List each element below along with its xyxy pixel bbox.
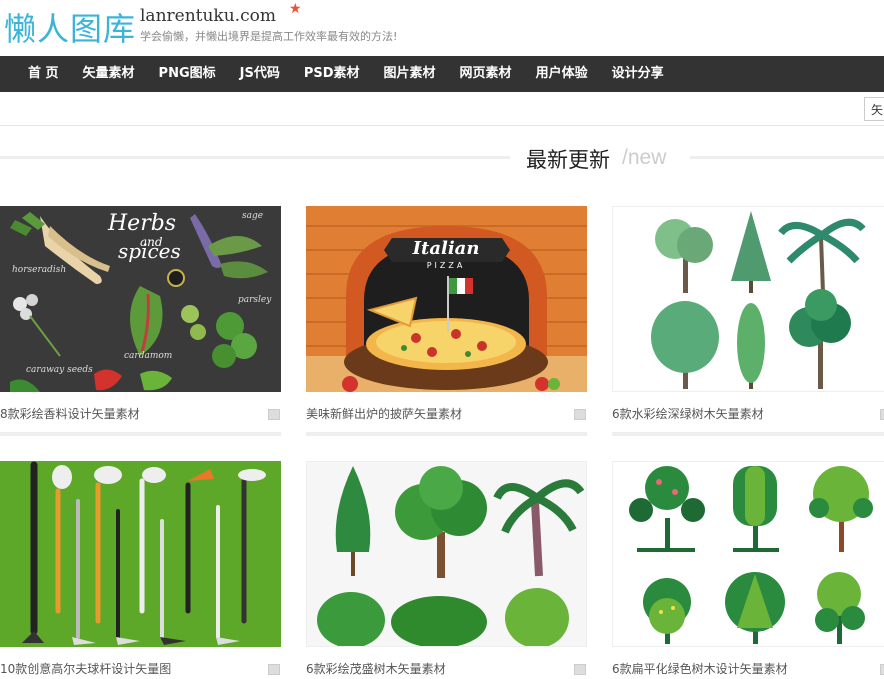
thumb-text: Herbs [107, 211, 176, 236]
card-caption[interactable]: 美味新鲜出炉的披萨矢量素材 [306, 405, 462, 422]
card-caption[interactable]: 6款扁平化绿色树木设计矢量素材 [612, 660, 788, 677]
image-icon [268, 664, 280, 675]
thumb-text: sage [242, 211, 263, 221]
site-domain[interactable]: lanrentuku.com [140, 6, 276, 26]
image-icon [574, 409, 586, 420]
card-caption[interactable]: 10款创意高尔夫球杆设计矢量图 [0, 660, 171, 677]
image-icon [574, 664, 586, 675]
image-icon [880, 664, 884, 675]
card-golf-clubs[interactable]: 10款创意高尔夫球杆设计矢量图 [0, 461, 281, 679]
card-thumbnail[interactable] [0, 461, 281, 647]
nav-item-vector[interactable]: 矢量素材 [71, 56, 147, 92]
thumb-text: cardamom [124, 351, 172, 361]
card-thumbnail[interactable]: Italian PIZZA [306, 206, 587, 392]
card-caption[interactable]: 8款彩绘香料设计矢量素材 [0, 405, 140, 422]
card-underline [306, 432, 587, 436]
nav-item-web[interactable]: 网页素材 [448, 56, 524, 92]
card-thumbnail[interactable]: Herbs and spices horseradish sage parsle… [0, 206, 281, 392]
card-caption[interactable]: 6款水彩绘深绿树木矢量素材 [612, 405, 764, 422]
card-thumbnail[interactable] [612, 461, 884, 647]
section-divider-right [690, 156, 884, 159]
thumb-text: PIZZA [427, 261, 466, 270]
card-underline [0, 432, 281, 436]
thumb-text: caraway seeds [26, 365, 93, 375]
nav-item-png-icons[interactable]: PNG图标 [147, 56, 228, 92]
card-pizza[interactable]: Italian PIZZA 美味新鲜出炉的披萨矢量素材 [306, 206, 587, 438]
main-nav: 首 页 矢量素材 PNG图标 JS代码 PSD素材 图片素材 网页素材 用户体验… [0, 56, 884, 92]
thumb-text: horseradish [12, 265, 66, 275]
nav-item-home[interactable]: 首 页 [16, 56, 71, 92]
thumb-text: Italian [412, 238, 480, 259]
card-caption[interactable]: 6款彩绘茂盛树木矢量素材 [306, 660, 446, 677]
search-input[interactable] [864, 97, 884, 121]
card-lush-trees[interactable]: 6款彩绘茂盛树木矢量素材 [306, 461, 587, 679]
nav-item-ux[interactable]: 用户体验 [524, 56, 600, 92]
nav-item-images[interactable]: 图片素材 [372, 56, 448, 92]
card-thumbnail[interactable] [612, 206, 884, 392]
card-underline [612, 432, 884, 436]
section-subtitle: /new [622, 146, 667, 169]
image-icon [268, 409, 280, 420]
card-watercolor-trees[interactable]: 6款水彩绘深绿树木矢量素材 [612, 206, 884, 438]
section-divider-left [0, 156, 510, 159]
thumb-text: parsley [238, 295, 272, 305]
site-header: 懒人图库 lanrentuku.com ★ 学会偷懒，并懒出境界是提高工作效率最… [0, 0, 884, 56]
nav-item-psd[interactable]: PSD素材 [292, 56, 372, 92]
card-flat-trees[interactable]: 6款扁平化绿色树木设计矢量素材 [612, 461, 884, 679]
card-herbs[interactable]: Herbs and spices horseradish sage parsle… [0, 206, 281, 438]
nav-item-js-code[interactable]: JS代码 [228, 56, 292, 92]
card-thumbnail[interactable] [306, 461, 587, 647]
search-strip [0, 92, 884, 126]
image-icon [880, 409, 884, 420]
section-title: 最新更新 [526, 148, 610, 172]
section-header: 最新更新 /new [0, 140, 884, 176]
site-slogan: 学会偷懒，并懒出境界是提高工作效率最有效的方法! [140, 30, 398, 43]
nav-item-design-share[interactable]: 设计分享 [600, 56, 676, 92]
star-icon: ★ [289, 1, 302, 17]
thumb-text: spices [118, 239, 181, 263]
site-logo[interactable]: 懒人图库 [4, 4, 136, 50]
